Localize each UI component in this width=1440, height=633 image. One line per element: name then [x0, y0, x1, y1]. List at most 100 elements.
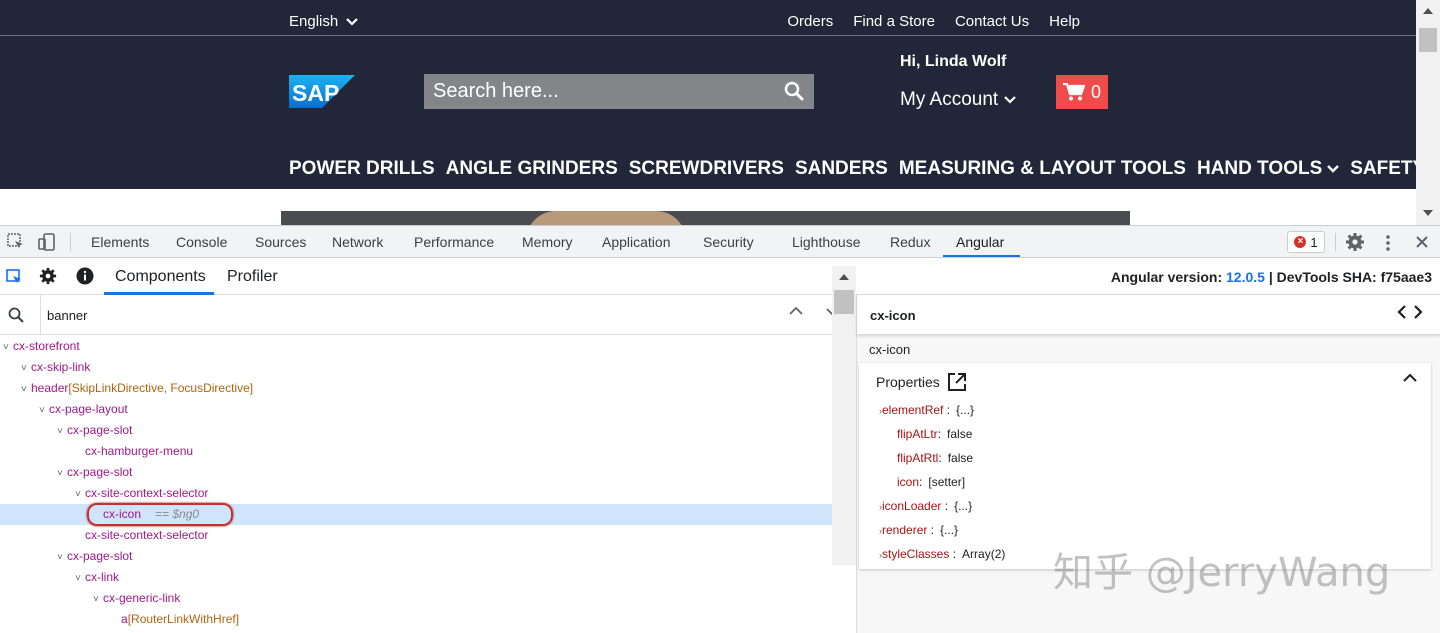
- tree-node[interactable]: ˅ cx-generic-link: [0, 588, 832, 609]
- search-input[interactable]: Search here...: [433, 80, 559, 103]
- category-nav: POWER DRILLS ANGLE GRINDERS SCREWDRIVERS…: [289, 158, 1416, 180]
- tree-node-name: cx-page-layout: [49, 402, 128, 416]
- tab-security[interactable]: Security: [703, 234, 754, 250]
- tree-node[interactable]: cx-hamburger-menu: [0, 441, 832, 462]
- property-row[interactable]: ›styleClasses : Array(2): [879, 547, 1005, 561]
- chevron-up-icon[interactable]: [789, 306, 803, 316]
- tab-redux[interactable]: Redux: [890, 234, 930, 250]
- info-icon[interactable]: [76, 267, 94, 285]
- open-in-new-icon[interactable]: [946, 371, 968, 393]
- tab-sources[interactable]: Sources: [255, 234, 306, 250]
- property-colon: :: [937, 427, 942, 441]
- property-row[interactable]: ›iconLoader : {...}: [879, 499, 972, 513]
- chevron-down-icon[interactable]: ˅: [39, 400, 49, 421]
- tab-elements[interactable]: Elements: [91, 234, 149, 250]
- language-selector[interactable]: English: [289, 13, 358, 30]
- scroll-down-icon[interactable]: [1423, 210, 1433, 216]
- tab-angular[interactable]: Angular: [956, 234, 1004, 250]
- property-value[interactable]: false: [948, 451, 973, 465]
- nav-safety[interactable]: SAFETY: [1350, 158, 1416, 180]
- chevron-down-icon[interactable]: ˅: [21, 358, 31, 379]
- property-value[interactable]: false: [947, 427, 972, 441]
- property-row[interactable]: ›renderer : {...}: [879, 523, 958, 537]
- more-options-icon[interactable]: [1384, 234, 1392, 252]
- settings-icon[interactable]: [39, 267, 57, 285]
- tab-console[interactable]: Console: [176, 234, 227, 250]
- active-tab-indicator: [943, 255, 1020, 257]
- property-row: flipAtRtl: false: [897, 451, 973, 465]
- inspect-element-icon[interactable]: [7, 233, 25, 251]
- search-box[interactable]: Search here...: [424, 74, 814, 109]
- language-label: English: [289, 13, 339, 30]
- tree-node[interactable]: ˅ cx-page-slot: [0, 420, 832, 441]
- tree-node[interactable]: a[RouterLinkWithHref]: [0, 609, 832, 630]
- error-counter[interactable]: × 1: [1287, 231, 1325, 253]
- nav-power-drills[interactable]: POWER DRILLS: [289, 158, 435, 180]
- chevron-down-icon[interactable]: ˅: [57, 547, 67, 568]
- find-store-link[interactable]: Find a Store: [853, 13, 935, 30]
- property-value[interactable]: {...}: [956, 403, 974, 417]
- tab-memory[interactable]: Memory: [522, 234, 573, 250]
- tree-node[interactable]: ˅ cx-page-layout: [0, 399, 832, 420]
- search-icon[interactable]: [784, 81, 804, 101]
- scroll-up-icon[interactable]: [1423, 8, 1433, 14]
- tree-node[interactable]: ˅ cx-skip-link: [0, 357, 832, 378]
- select-component-icon[interactable]: [6, 269, 22, 285]
- property-value[interactable]: [setter]: [928, 475, 965, 489]
- tree-node[interactable]: cx-site-context-selector: [0, 525, 832, 546]
- tree-node-name: header: [31, 381, 69, 395]
- tab-application[interactable]: Application: [602, 234, 671, 250]
- tree-node[interactable]: ˅ cx-page-slot: [0, 462, 832, 483]
- site-header: English Orders Find a Store Contact Us H…: [0, 0, 1416, 189]
- sap-logo[interactable]: SAP: [289, 75, 355, 111]
- property-value[interactable]: Array(2): [962, 547, 1005, 561]
- tab-network[interactable]: Network: [332, 234, 383, 250]
- chevron-down-icon[interactable]: ˅: [57, 463, 67, 484]
- device-toolbar-icon[interactable]: [38, 233, 56, 251]
- tree-node[interactable]: ˅ cx-site-context-selector: [0, 483, 832, 504]
- property-row[interactable]: ›elementRef : {...}: [879, 403, 974, 417]
- chevron-up-icon[interactable]: [1403, 373, 1417, 383]
- chevron-down-icon[interactable]: ˅: [93, 589, 103, 610]
- my-account-menu[interactable]: My Account: [900, 89, 1016, 111]
- nav-sanders[interactable]: SANDERS: [795, 158, 888, 180]
- filter-input[interactable]: banner: [47, 308, 87, 323]
- close-icon[interactable]: [1415, 235, 1429, 249]
- scroll-up-icon[interactable]: [839, 274, 849, 280]
- nav-hand-tools[interactable]: HAND TOOLS: [1197, 158, 1340, 180]
- nav-measuring-tools[interactable]: MEASURING & LAYOUT TOOLS: [899, 158, 1186, 180]
- tree-node-name: cx-site-context-selector: [85, 528, 209, 542]
- error-icon: ×: [1294, 236, 1307, 248]
- chevron-down-icon[interactable]: ˅: [75, 484, 85, 505]
- property-row: flipAtLtr: false: [897, 427, 972, 441]
- properties-header[interactable]: Properties: [876, 371, 968, 393]
- chevron-down-icon[interactable]: ˅: [57, 421, 67, 442]
- tab-profiler[interactable]: Profiler: [227, 268, 278, 286]
- hero-banner[interactable]: [281, 211, 1130, 225]
- tree-node[interactable]: ˅ header[SkipLinkDirective, FocusDirectiv…: [0, 378, 832, 399]
- contact-us-link[interactable]: Contact Us: [955, 13, 1029, 30]
- chevron-down-icon[interactable]: ˅: [3, 337, 13, 358]
- cart-button[interactable]: 0: [1056, 75, 1108, 109]
- tree-node[interactable]: ˅ cx-storefront: [0, 336, 832, 357]
- tab-components[interactable]: Components: [115, 268, 206, 286]
- view-source-icon[interactable]: [1397, 303, 1423, 321]
- orders-link[interactable]: Orders: [787, 13, 833, 30]
- tree-scrollbar[interactable]: [832, 266, 856, 565]
- help-link[interactable]: Help: [1049, 13, 1080, 30]
- property-value[interactable]: {...}: [940, 523, 958, 537]
- chevron-down-icon[interactable]: ˅: [21, 379, 31, 400]
- chevron-down-icon[interactable]: ˅: [75, 568, 85, 589]
- tree-node[interactable]: ˅ cx-page-slot: [0, 546, 832, 567]
- tab-performance[interactable]: Performance: [414, 234, 494, 250]
- page-scrollbar[interactable]: [1416, 0, 1440, 225]
- scrollbar-thumb[interactable]: [1419, 28, 1437, 52]
- scrollbar-thumb[interactable]: [834, 290, 854, 314]
- tab-lighthouse[interactable]: Lighthouse: [792, 234, 861, 250]
- nav-angle-grinders[interactable]: ANGLE GRINDERS: [446, 158, 618, 180]
- properties-section: Properties ›elementRef : {...} flipAtLtr: f…: [859, 363, 1431, 569]
- nav-screwdrivers[interactable]: SCREWDRIVERS: [629, 158, 784, 180]
- gear-icon[interactable]: [1345, 232, 1365, 252]
- tree-node[interactable]: ˅ cx-link: [0, 567, 832, 588]
- property-value[interactable]: {...}: [954, 499, 972, 513]
